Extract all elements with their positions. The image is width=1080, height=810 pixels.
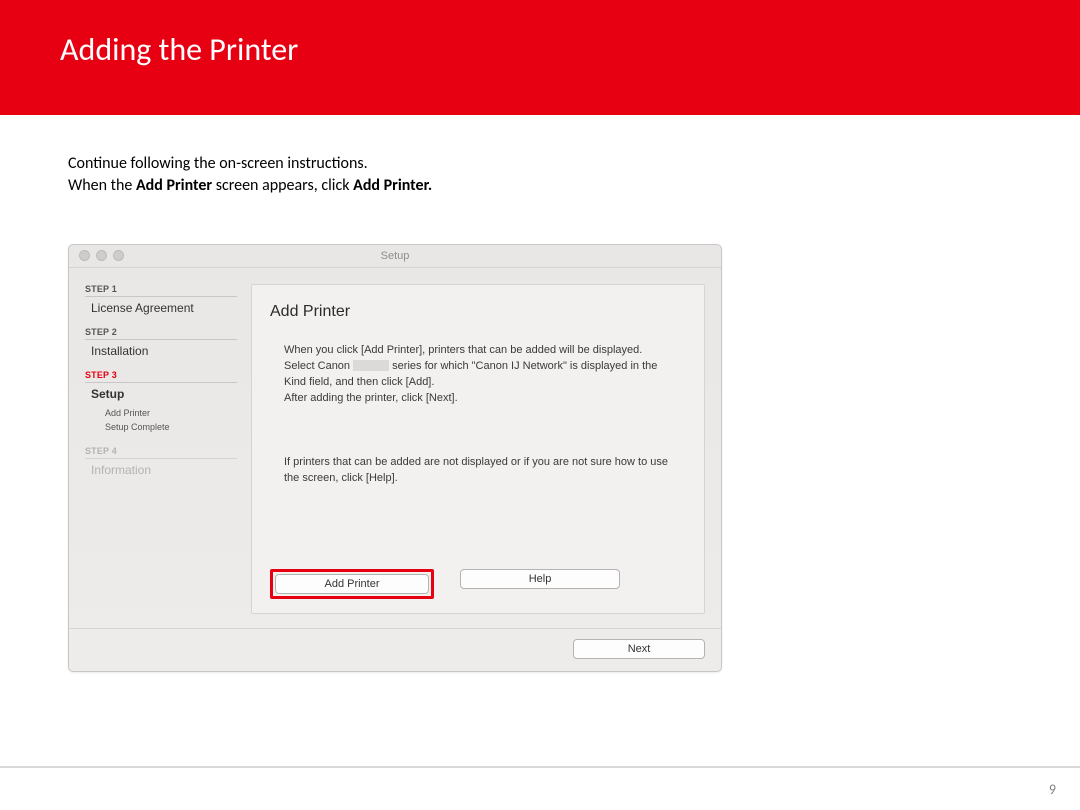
redacted-model — [353, 360, 389, 371]
window-titlebar: Setup — [69, 245, 721, 268]
instruction-line2-pre: When the — [68, 176, 136, 195]
sidebar-step3-substeps: Add Printer Setup Complete — [85, 401, 237, 434]
pane-heading: Add Printer — [270, 303, 686, 321]
sidebar-step4-text: Information — [85, 459, 237, 477]
page-title: Adding the Printer — [60, 30, 1020, 69]
instruction-bold1: Add Printer — [136, 176, 212, 195]
add-printer-button[interactable]: Add Printer — [275, 574, 429, 594]
content-pane: Add Printer When you click [Add Printer]… — [251, 284, 705, 614]
sidebar-step4-label: STEP 4 — [85, 446, 237, 459]
sidebar-substep-add-printer: Add Printer — [105, 407, 237, 421]
pane-button-row: Add Printer Help — [270, 569, 686, 599]
sidebar-step3-text: Setup — [85, 383, 237, 401]
instruction-text: Continue following the on-screen instruc… — [68, 153, 1080, 196]
instruction-line1: Continue following the on-screen instruc… — [68, 154, 368, 173]
window-title: Setup — [69, 245, 721, 267]
pane-paragraph-1: When you click [Add Printer], printers t… — [270, 343, 686, 407]
sidebar-step3-label: STEP 3 — [85, 370, 237, 383]
window-footer: Next — [69, 628, 721, 671]
page-number: 9 — [1049, 781, 1056, 798]
sidebar-step2-text: Installation — [85, 340, 237, 358]
footer-divider — [0, 766, 1080, 768]
instruction-bold2: Add Printer. — [353, 176, 432, 195]
body-area: Continue following the on-screen instruc… — [0, 115, 1080, 672]
pane-paragraph-2: If printers that can be added are not di… — [270, 455, 686, 487]
sidebar-step1-label: STEP 1 — [85, 284, 237, 297]
next-button[interactable]: Next — [573, 639, 705, 659]
header-banner: Adding the Printer — [0, 0, 1080, 115]
add-printer-highlight: Add Printer — [270, 569, 434, 599]
sidebar: STEP 1 License Agreement STEP 2 Installa… — [85, 284, 237, 614]
sidebar-substep-setup-complete: Setup Complete — [105, 421, 237, 435]
window-body: STEP 1 License Agreement STEP 2 Installa… — [69, 268, 721, 628]
help-button[interactable]: Help — [460, 569, 620, 589]
p1-c: After adding the printer, click [Next]. — [284, 392, 458, 404]
instruction-line2-mid: screen appears, click — [212, 176, 353, 195]
setup-window: Setup STEP 1 License Agreement STEP 2 In… — [68, 244, 722, 672]
sidebar-step1-text: License Agreement — [85, 297, 237, 315]
sidebar-step2-label: STEP 2 — [85, 327, 237, 340]
